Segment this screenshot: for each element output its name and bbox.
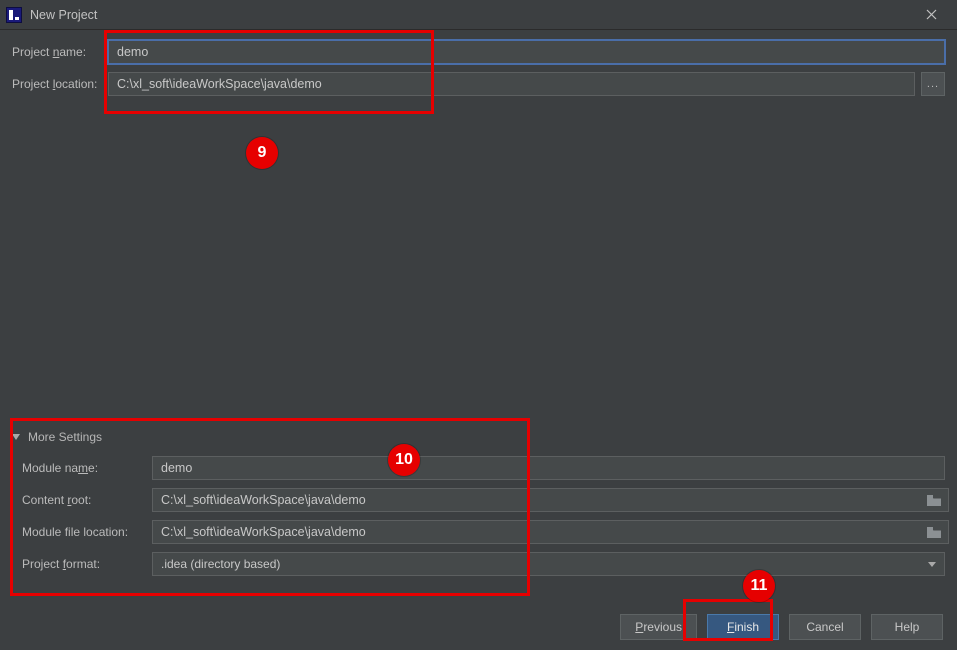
module-name-input[interactable] — [152, 456, 945, 480]
more-settings-label: More Settings — [28, 430, 102, 444]
browse-location-button[interactable]: ... — [921, 72, 945, 96]
project-format-label: Project format: — [22, 557, 152, 571]
more-settings-body: Module name: Content root: Module file l… — [12, 456, 945, 576]
project-location-row: Project location: ... — [12, 72, 945, 96]
content-root-label: Content root: — [22, 493, 152, 507]
project-location-label: Project location: — [12, 77, 108, 91]
project-format-row: Project format: .idea (directory based) — [22, 552, 945, 576]
module-name-label: Module name: — [22, 461, 152, 475]
project-format-select[interactable]: .idea (directory based) — [152, 552, 945, 576]
project-name-row: Project name: — [12, 40, 945, 64]
window-title: New Project — [30, 8, 911, 22]
module-name-row: Module name: — [22, 456, 945, 480]
project-name-input[interactable] — [108, 40, 945, 64]
content-root-row: Content root: — [22, 488, 945, 512]
module-file-location-label: Module file location: — [22, 525, 152, 539]
annotation-badge-9: 9 — [246, 137, 278, 169]
chevron-down-icon — [928, 562, 936, 567]
more-settings-section: More Settings Module name: Content root:… — [12, 430, 945, 584]
help-button[interactable]: Help — [871, 614, 943, 640]
project-name-label: Project name: — [12, 45, 108, 59]
project-location-input[interactable] — [108, 72, 915, 96]
project-format-value: .idea (directory based) — [161, 557, 280, 571]
chevron-down-icon — [12, 434, 20, 440]
module-file-location-row: Module file location: — [22, 520, 945, 544]
more-settings-toggle[interactable]: More Settings — [12, 430, 945, 444]
title-bar: New Project — [0, 0, 957, 30]
app-icon — [6, 7, 22, 23]
cancel-button[interactable]: Cancel — [789, 614, 861, 640]
content-root-input[interactable] — [152, 488, 949, 512]
project-basic-fields: Project name: Project location: ... — [0, 30, 957, 96]
close-button[interactable] — [911, 1, 951, 29]
finish-button[interactable]: Finish — [707, 614, 779, 640]
module-file-location-input[interactable] — [152, 520, 949, 544]
dialog-button-bar: Previous Finish Cancel Help — [620, 614, 943, 640]
previous-button[interactable]: Previous — [620, 614, 697, 640]
